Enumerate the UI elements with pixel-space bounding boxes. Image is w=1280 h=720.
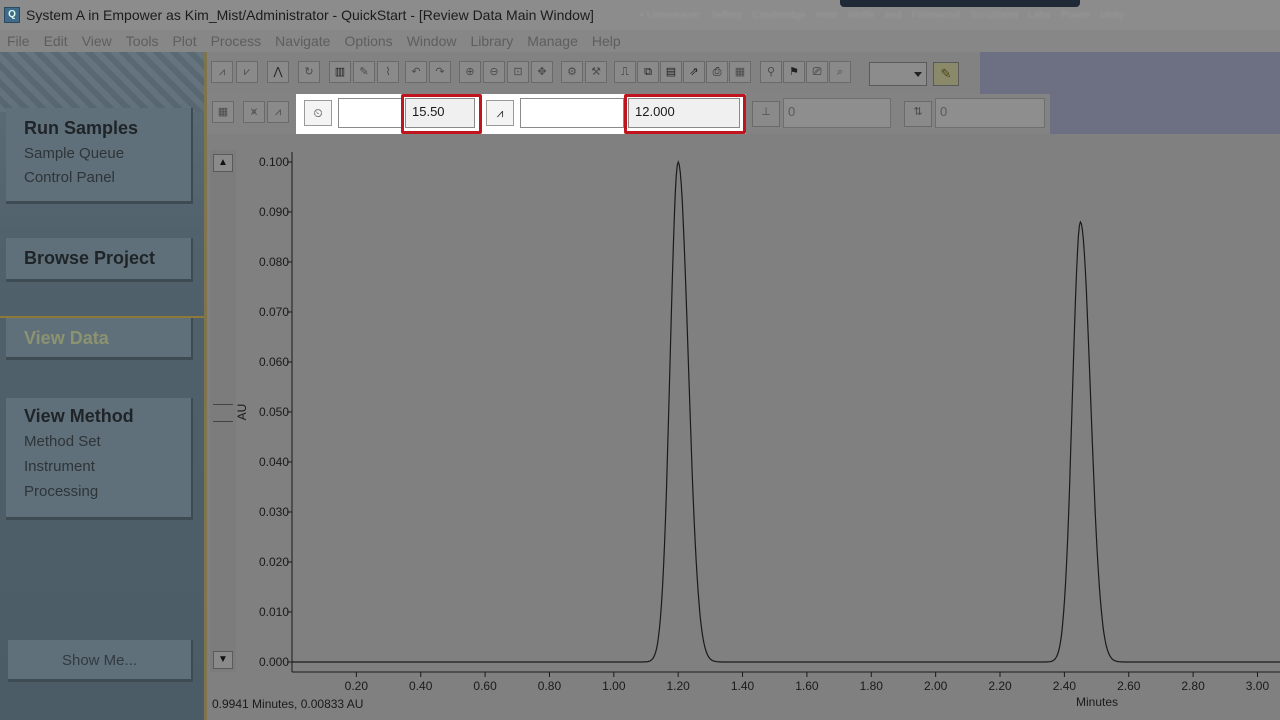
x-tick-label: 1.20 [667,679,691,693]
cursor-readout: 0.9941 Minutes, 0.00833 AU [212,697,364,711]
chromatogram-trace [292,160,1280,663]
y-axis-ticks: 0.000 0.010 0.020 0.030 0.040 0.050 0.060 0.070… [259,155,292,669]
app-window: Q System A in Empower as Kim_Mist/Admini… [0,0,1280,720]
x-tick-label: 0.60 [473,679,497,693]
x-tick-label: 3.00 [1246,679,1270,693]
y-tick-label: 0.100 [259,155,289,169]
y-tick-label: 0.070 [259,305,289,319]
y-tick-label: 0.000 [259,655,289,669]
y-tick-label: 0.080 [259,255,289,269]
x-axis-ticks: 0.20 0.40 0.60 0.80 1.00 1.20 1.40 1.60 1.80 2.00… [345,672,1270,693]
x-tick-label: 2.00 [924,679,948,693]
x-tick-label: 2.40 [1053,679,1077,693]
y-tick-label: 0.060 [259,355,289,369]
x-axis-label: Minutes [1076,695,1118,709]
x-tick-label: 1.40 [731,679,755,693]
x-tick-label: 1.80 [860,679,884,693]
x-tick-label: 1.60 [795,679,819,693]
x-tick-label: 0.20 [345,679,369,693]
x-tick-label: 2.80 [1181,679,1205,693]
y-tick-label: 0.050 [259,405,289,419]
y-tick-label: 0.010 [259,605,289,619]
x-tick-label: 2.20 [988,679,1012,693]
chromatogram-chart[interactable]: 0.000 0.010 0.020 0.030 0.040 0.050 0.060 0.070… [0,0,1280,720]
x-tick-label: 2.60 [1117,679,1141,693]
x-tick-label: 1.00 [602,679,626,693]
x-tick-label: 0.80 [538,679,562,693]
y-tick-label: 0.040 [259,455,289,469]
y-tick-label: 0.020 [259,555,289,569]
x-tick-label: 0.40 [409,679,433,693]
y-axis-label: AU [235,404,249,421]
y-tick-label: 0.030 [259,505,289,519]
y-tick-label: 0.090 [259,205,289,219]
